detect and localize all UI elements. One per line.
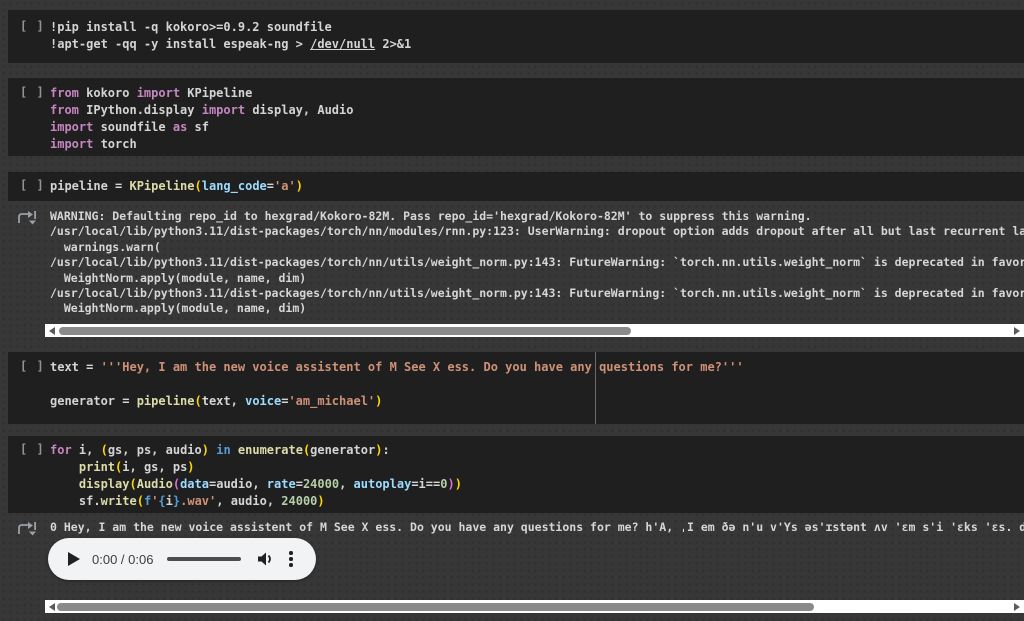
scrollbar-thumb[interactable] bbox=[59, 327, 631, 335]
stderr-warning-text: WARNING: Defaulting repo_id to hexgrad/K… bbox=[50, 209, 1024, 317]
scroll-right-icon[interactable] bbox=[1014, 327, 1020, 335]
execution-count[interactable]: [ ] bbox=[20, 359, 45, 373]
execution-count[interactable]: [ ] bbox=[20, 19, 45, 33]
execution-count[interactable]: [ ] bbox=[20, 442, 45, 456]
output-collapse-icon[interactable] bbox=[16, 210, 38, 226]
volume-icon[interactable] bbox=[257, 551, 275, 567]
code-editor-pipeline[interactable]: pipeline = KPipeline(lang_code='a') bbox=[50, 172, 1024, 195]
output-horizontal-scrollbar[interactable] bbox=[45, 324, 1024, 337]
stdout-phoneme-text: 0 Hey, I am the new voice assistent of M… bbox=[50, 520, 1024, 535]
audio-time: 0:00 / 0:06 bbox=[92, 552, 153, 567]
generation-output-area: 0 Hey, I am the new voice assistent of M… bbox=[8, 520, 1024, 535]
execution-count[interactable]: [ ] bbox=[20, 85, 45, 99]
scroll-left-icon[interactable] bbox=[49, 603, 55, 611]
code-cell-text[interactable]: [ ] text = '''Hey, I am the new voice as… bbox=[8, 352, 1024, 424]
code-editor-install[interactable]: !pip install -q kokoro>=0.9.2 soundfile!… bbox=[50, 10, 1024, 53]
code-cell-generate[interactable]: [ ] for i, (gs, ps, audio) in enumerate(… bbox=[8, 436, 1024, 513]
code-editor-imports[interactable]: from kokoro import KPipelinefrom IPython… bbox=[50, 78, 1024, 153]
code-cell-install[interactable]: [ ] !pip install -q kokoro>=0.9.2 soundf… bbox=[8, 10, 1024, 63]
text-cursor bbox=[595, 352, 596, 424]
output-collapse-icon[interactable] bbox=[16, 521, 38, 537]
warning-output-area: WARNING: Defaulting repo_id to hexgrad/K… bbox=[8, 209, 1024, 317]
scrollbar-thumb[interactable] bbox=[57, 603, 814, 611]
code-cell-pipeline[interactable]: [ ] pipeline = KPipeline(lang_code='a') bbox=[8, 172, 1024, 201]
scroll-left-icon[interactable] bbox=[49, 327, 55, 335]
code-editor-text[interactable]: text = '''Hey, I am the new voice assist… bbox=[50, 352, 1024, 410]
code-cell-imports[interactable]: [ ] from kokoro import KPipelinefrom IPy… bbox=[8, 78, 1024, 156]
code-editor-generate[interactable]: for i, (gs, ps, audio) in enumerate(gene… bbox=[50, 436, 1024, 510]
audio-player[interactable]: 0:00 / 0:06 bbox=[48, 538, 316, 580]
audio-seek-slider[interactable] bbox=[167, 557, 241, 561]
notebook-horizontal-scrollbar[interactable] bbox=[45, 600, 1024, 613]
kebab-menu-icon[interactable] bbox=[289, 551, 293, 567]
play-icon[interactable] bbox=[68, 552, 80, 566]
execution-count[interactable]: [ ] bbox=[20, 178, 45, 192]
scroll-right-icon[interactable] bbox=[1014, 603, 1020, 611]
